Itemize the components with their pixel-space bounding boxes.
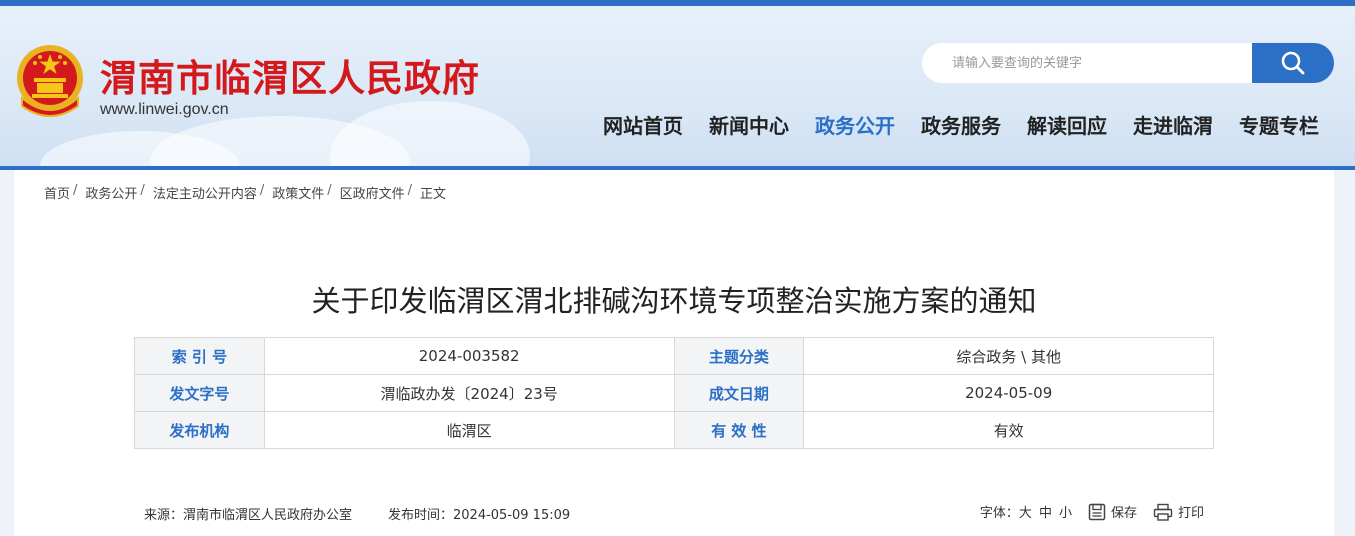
table-row: 索 引 号 2024-003582 主题分类 综合政务 \ 其他 (134, 337, 1214, 375)
document-title: 关于印发临渭区渭北排碱沟环境专项整治实施方案的通知 (311, 284, 1037, 318)
national-emblem-logo[interactable] (14, 42, 86, 122)
site-url: www.linwei.gov.cn (100, 101, 229, 118)
breadcrumb-separator: / (407, 183, 413, 198)
breadcrumb-item[interactable]: 法定主动公开内容 (153, 183, 257, 202)
font-size-medium-button[interactable]: 中 (1039, 502, 1052, 521)
nav-item-gov-affairs[interactable]: 政务公开 (802, 110, 908, 139)
breadcrumb-current: 正文 (420, 187, 447, 202)
font-size-large-button[interactable]: 大 (1019, 502, 1032, 521)
breadcrumb-item[interactable]: 政务公开 (85, 183, 137, 202)
nav-item-topics[interactable]: 专题专栏 (1226, 110, 1332, 139)
nav-item-home[interactable]: 网站首页 (590, 110, 696, 139)
meta-label: 成文日期 (673, 374, 805, 412)
meta-label: 发文字号 (134, 374, 265, 412)
header-cloud (330, 101, 530, 166)
font-size-label: 字体： (979, 506, 1019, 521)
breadcrumb-item[interactable]: 区政府文件 (340, 183, 405, 202)
meta-value: 综合政务 \ 其他 (803, 337, 1214, 375)
nav-item-news[interactable]: 新闻中心 (696, 110, 802, 139)
meta-label: 索 引 号 (134, 337, 265, 375)
meta-value: 临渭区 (263, 411, 675, 449)
font-size-small-button[interactable]: 小 (1059, 502, 1072, 521)
meta-label: 主题分类 (673, 337, 805, 375)
meta-value: 2024-003582 (263, 337, 675, 375)
meta-value: 2024-05-09 (803, 374, 1214, 412)
meta-value: 有效 (803, 411, 1214, 449)
nav-item-interpretation[interactable]: 解读回应 (1014, 110, 1120, 139)
breadcrumb: 首页 / 政务公开 / 法定主动公开内容 / 政策文件 / 区政府文件 / 正文 (44, 183, 446, 202)
nav-item-about[interactable]: 走进临渭 (1120, 110, 1226, 139)
breadcrumb-separator: / (327, 183, 332, 198)
document-source: 来源：渭南市临渭区人民政府办公室 (144, 508, 353, 523)
breadcrumb-item[interactable]: 政策文件 (272, 183, 324, 202)
search-icon (1281, 51, 1305, 75)
meta-label: 有 效 性 (673, 411, 805, 449)
breadcrumb-separator: / (73, 183, 78, 198)
search-input[interactable] (922, 43, 1252, 83)
content-panel: 首页 / 政务公开 / 法定主动公开内容 / 政策文件 / 区政府文件 / 正文… (14, 170, 1334, 536)
publish-time: 发布时间：2024-05-09 15:09 (388, 508, 571, 523)
table-row: 发文字号 渭临政办发〔2024〕23号 成文日期 2024-05-09 (134, 374, 1214, 412)
save-label: 保存 (1110, 506, 1137, 521)
breadcrumb-separator: / (259, 183, 265, 198)
breadcrumb-separator: / (140, 183, 145, 198)
print-icon (1153, 503, 1173, 521)
search-button[interactable] (1252, 43, 1334, 83)
meta-label: 发布机构 (134, 411, 265, 449)
nav-item-services[interactable]: 政务服务 (908, 110, 1014, 139)
site-header: 渭南市临渭区人民政府 www.linwei.gov.cn 网站首页 新闻中心 政… (0, 6, 1355, 166)
save-icon (1088, 503, 1106, 520)
save-button[interactable]: 保存 (1088, 502, 1137, 521)
document-tools: 字体： 大 中 小 保存 打印 (980, 502, 1204, 521)
print-button[interactable]: 打印 (1153, 502, 1204, 521)
document-meta-table: 索 引 号 2024-003582 主题分类 综合政务 \ 其他 发文字号 渭临… (134, 337, 1214, 449)
site-title[interactable]: 渭南市临渭区人民政府 (100, 48, 480, 102)
breadcrumb-item[interactable]: 首页 (44, 183, 70, 202)
main-nav: 网站首页 新闻中心 政务公开 政务服务 解读回应 走进临渭 专题专栏 (590, 110, 1332, 139)
meta-value: 渭临政办发〔2024〕23号 (263, 374, 675, 412)
print-label: 打印 (1177, 506, 1204, 521)
table-row: 发布机构 临渭区 有 效 性 有效 (134, 411, 1214, 449)
